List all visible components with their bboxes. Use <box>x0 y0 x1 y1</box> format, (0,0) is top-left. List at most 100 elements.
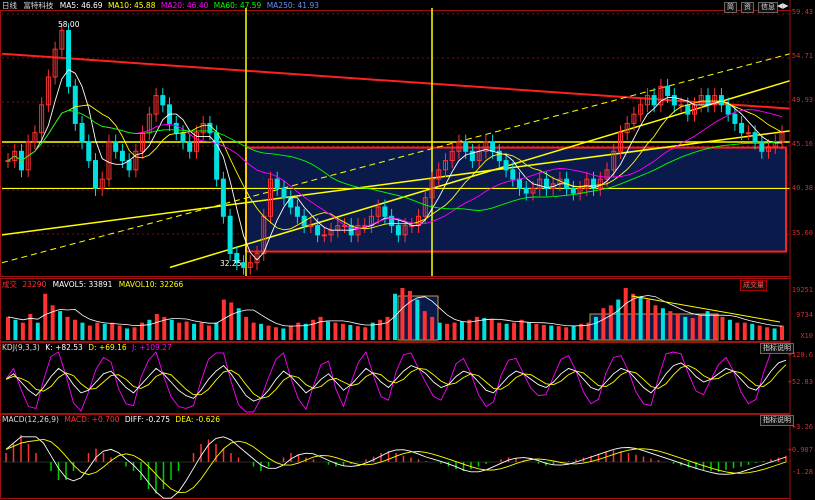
volume-tab[interactable]: 成交量 <box>740 280 767 291</box>
candle-body <box>718 95 724 106</box>
volume-bar <box>765 327 770 340</box>
stock-chart: 日线 富特科技 MA5: 46.69 MA10: 45.88 MA20: 46.… <box>0 0 815 500</box>
volume-bar <box>735 322 740 340</box>
chart-canvas <box>0 0 791 500</box>
volume-bar <box>579 323 584 340</box>
volume-bar <box>445 323 450 340</box>
volume-bar <box>452 322 457 340</box>
volume-bar <box>653 305 658 340</box>
kdj-label: KDJ(9,3,3) <box>2 343 40 352</box>
volume-bar <box>660 308 665 340</box>
kdj-panel-frame <box>0 342 791 414</box>
candle-body <box>651 95 657 106</box>
volume-bar <box>266 325 271 340</box>
macd-dea-line <box>5 438 787 494</box>
candle-body <box>227 215 233 254</box>
macd-dea: DEA: -0.626 <box>175 415 221 424</box>
candle-body <box>214 132 220 180</box>
macd-help-tab[interactable]: 指标说明 <box>760 415 794 426</box>
volume-bar <box>6 316 10 340</box>
candle-body <box>665 85 671 97</box>
volume-bar <box>273 327 278 340</box>
volume-bar <box>646 299 651 340</box>
volume-bar <box>608 305 613 340</box>
candle-body <box>79 122 85 143</box>
high-mark: 58.00 <box>58 20 80 29</box>
volume-bar <box>668 311 673 340</box>
macd-tick: +0.987 <box>787 446 813 454</box>
volume-bar <box>110 322 115 340</box>
volume-bar <box>333 322 338 340</box>
macd-tick: +3.26 <box>791 423 813 431</box>
volume-bar <box>199 322 204 340</box>
candle-body <box>126 160 132 171</box>
macd-header: MACD(12,26,9) MACD: +0.700 DIFF: -0.275 … <box>2 415 220 425</box>
stock-name: 富特科技 <box>23 1 54 10</box>
ma250-label: MA250: 41.93 <box>266 1 320 10</box>
kdj-j: J: +109.27 <box>132 343 172 352</box>
volume-bar <box>556 326 561 340</box>
simplified-button[interactable]: 简 <box>724 2 737 13</box>
candle-body <box>119 150 125 162</box>
volume-bar <box>206 325 211 340</box>
kdj-tick: +52.83 <box>787 378 813 386</box>
volume-bar <box>169 319 174 340</box>
volume-bar <box>251 322 256 340</box>
candle-body <box>725 104 731 115</box>
price-tick: 59.43 <box>791 8 813 16</box>
volume-bar <box>311 319 316 340</box>
candle-body <box>490 141 496 152</box>
volume-bar <box>772 328 777 340</box>
volume-bar <box>422 311 427 340</box>
volume-bar <box>318 316 323 340</box>
volume-bar <box>564 327 569 340</box>
volume-bar <box>549 325 554 340</box>
candle-body <box>66 30 72 87</box>
candle-body <box>503 160 509 171</box>
price-tick: 54.71 <box>791 52 813 60</box>
macd-diff-line <box>5 436 787 499</box>
candle-body <box>752 132 758 143</box>
volume-bar <box>526 322 531 340</box>
volume-bar <box>378 319 383 340</box>
volume-bar <box>13 319 18 340</box>
volume-bar <box>236 308 241 340</box>
kdj-header: KDJ(9,3,3) K: +82.53 D: +69.16 J: +109.2… <box>2 343 172 353</box>
volume-bar <box>757 325 762 340</box>
volume-bar <box>95 322 100 340</box>
volume-bar <box>415 299 420 340</box>
candle-body <box>463 141 469 152</box>
volume-bar <box>303 323 308 340</box>
volume-bar <box>698 315 703 340</box>
volume-bar <box>407 290 412 340</box>
low-mark: 32.25 <box>220 259 242 268</box>
capital-button[interactable]: 资 <box>741 2 754 13</box>
candle-body <box>187 141 193 152</box>
kdj-j-line <box>5 351 786 413</box>
candle-body <box>678 104 684 107</box>
candle-body <box>395 225 401 236</box>
candle-body <box>92 160 98 189</box>
volume-bar <box>177 322 182 340</box>
volume-bar <box>340 323 345 340</box>
volume-bar <box>214 322 219 340</box>
candle-body <box>294 206 300 217</box>
candle-body <box>745 132 751 135</box>
volume-bar <box>296 322 301 340</box>
volume-bar <box>727 319 732 340</box>
info-button[interactable]: 信息 <box>758 2 778 13</box>
volume-bar <box>132 327 137 340</box>
macd-tick: -1.28 <box>791 468 813 476</box>
volume-bar <box>65 316 70 340</box>
candle-body <box>321 234 327 237</box>
candle-body <box>510 169 516 180</box>
candle-body <box>315 225 321 236</box>
candle-body <box>517 178 523 189</box>
volume-header: 成交 23290 MAVOL5: 33891 MAVOL10: 32266 <box>2 280 183 290</box>
volume-bar <box>459 321 464 340</box>
mavol5-label: MAVOL5: 33891 <box>52 280 113 289</box>
volume-bar <box>683 316 688 340</box>
volume-bar <box>623 288 628 340</box>
volume-bar <box>467 319 472 340</box>
scroll-arrows-icon[interactable]: ◀▶ <box>777 1 789 11</box>
